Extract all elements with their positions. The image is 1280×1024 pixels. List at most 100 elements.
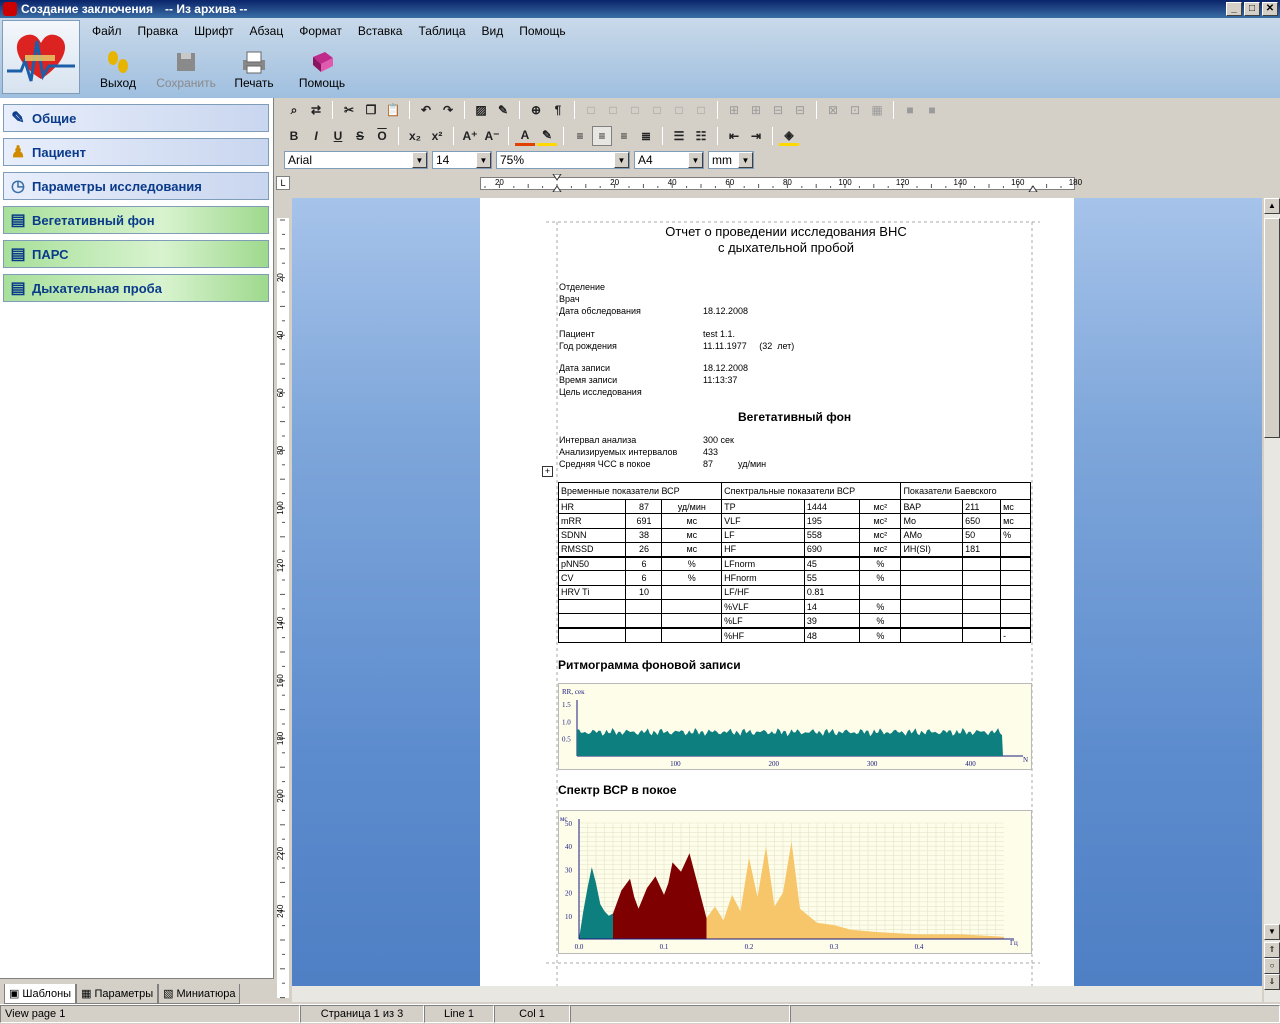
chevron-down-icon[interactable]: ▼ [476,152,491,168]
insert-col-icon[interactable]: ⊞ [746,100,766,120]
horizontal-ruler[interactable]: 20 20 40 60 80 100 120 140 160 180 [292,174,1262,192]
fill-color-icon[interactable]: ◈ [779,126,799,146]
close-button[interactable]: ✕ [1262,2,1278,16]
table-cell: pNN50 [557,556,627,572]
browse-object-icon[interactable]: ○ [1264,958,1280,974]
border-right-icon[interactable]: □ [669,100,689,120]
border-bottom-icon[interactable]: □ [625,100,645,120]
insert-object-icon[interactable]: ✎ [493,100,513,120]
redo-icon[interactable]: ↷ [438,100,458,120]
border-none-icon[interactable]: □ [691,100,711,120]
nav-vegetative[interactable]: ▤ Вегетативный фон [3,206,269,234]
shrink-font-icon[interactable]: A⁻ [482,126,502,146]
print-button[interactable]: Печать [226,48,282,90]
zoom-select[interactable]: 75% ▼ [496,151,630,169]
next-page-icon[interactable]: ⇓ [1264,974,1280,990]
tab-templates[interactable]: ▣ Шаблоны [4,984,77,1004]
prev-page-icon[interactable]: ⇑ [1264,942,1280,958]
tab-parameters[interactable]: ▦ Параметры [76,984,159,1004]
horizontal-scrollbar[interactable] [292,986,1262,1002]
overline-icon[interactable]: O [372,126,392,146]
font-color-icon[interactable]: A [515,126,535,146]
pilcrow-icon[interactable]: ¶ [548,100,568,120]
numbering-icon[interactable]: ☷ [691,126,711,146]
table-cell [661,584,723,601]
grow-font-icon[interactable]: A⁺ [460,126,480,146]
maximize-button[interactable]: □ [1244,2,1260,16]
strikethrough-icon[interactable]: S [350,126,370,146]
menu-format[interactable]: Формат [291,22,350,40]
copy-icon[interactable]: ❐ [361,100,381,120]
menu-paragraph[interactable]: Абзац [242,22,292,40]
table-move-handle[interactable]: + [542,466,553,477]
save-button[interactable]: Сохранить [156,48,216,90]
shade-2-icon[interactable]: ■ [922,100,942,120]
superscript-icon[interactable]: x² [427,126,447,146]
document-page[interactable]: Отчет о проведении исследования ВНС с ды… [480,198,1074,986]
paste-icon[interactable]: 📋 [383,100,403,120]
scroll-up-icon[interactable]: ▲ [1264,198,1280,214]
vertical-scrollbar[interactable]: ▲ ▼ ⇑ ○ ⇓ [1264,198,1280,1002]
chevron-down-icon[interactable]: ▼ [614,152,629,168]
paper-size-select[interactable]: A4 ▼ [634,151,704,169]
scroll-down-icon[interactable]: ▼ [1264,924,1280,940]
italic-icon[interactable]: I [306,126,326,146]
merge-cells-icon[interactable]: ⊠ [823,100,843,120]
help-button[interactable]: Помощь [294,48,350,90]
nav-patient[interactable]: ♟ Пациент [3,138,269,166]
table-icon[interactable]: ▦ [867,100,887,120]
shade-icon[interactable]: ■ [900,100,920,120]
subscript-icon[interactable]: x₂ [405,126,425,146]
split-cells-icon[interactable]: ⊡ [845,100,865,120]
font-family-select[interactable]: Arial ▼ [284,151,428,169]
bullets-icon[interactable]: ☰ [669,126,689,146]
underline-icon[interactable]: U [328,126,348,146]
align-justify-icon[interactable]: ≣ [636,126,656,146]
insert-row-icon[interactable]: ⊞ [724,100,744,120]
chevron-down-icon[interactable]: ▼ [738,152,753,168]
minimize-button[interactable]: _ [1226,2,1242,16]
find-icon[interactable]: ⌕ [284,100,304,120]
menu-view[interactable]: Вид [474,22,512,40]
font-size-select[interactable]: 14 ▼ [432,151,492,169]
chevron-down-icon[interactable]: ▼ [412,152,427,168]
indent-decrease-icon[interactable]: ⇤ [724,126,744,146]
border-all-icon[interactable]: □ [581,100,601,120]
delete-row-icon[interactable]: ⊟ [768,100,788,120]
nav-pars[interactable]: ▤ ПАРС [3,240,269,268]
document-area[interactable]: Отчет о проведении исследования ВНС с ды… [292,198,1262,986]
menu-font[interactable]: Шрифт [186,22,241,40]
undo-icon[interactable]: ↶ [416,100,436,120]
nav-params[interactable]: ◷ Параметры исследования [3,172,269,200]
menu-edit[interactable]: Правка [130,22,187,40]
exit-button[interactable]: Выход [90,48,146,90]
cut-icon[interactable]: ✂ [339,100,359,120]
hyperlink-icon[interactable]: ⊕ [526,100,546,120]
nav-breath[interactable]: ▤ Дыхательная проба [3,274,269,302]
indent-increase-icon[interactable]: ⇥ [746,126,766,146]
menu-file[interactable]: Файл [84,22,130,40]
align-center-icon[interactable]: ≡ [592,126,612,146]
align-right-icon[interactable]: ≡ [614,126,634,146]
menu-table[interactable]: Таблица [410,22,473,40]
chevron-down-icon[interactable]: ▼ [688,152,703,168]
tab-thumbnails[interactable]: ▧ Миниатюра [158,984,241,1004]
vertical-ruler[interactable]: 20 40 60 80 100 120 140 160 180 200 220 240 [276,198,290,1002]
scroll-thumb[interactable] [1264,218,1280,438]
border-top-icon[interactable]: □ [603,100,623,120]
insert-image-icon[interactable]: ▨ [471,100,491,120]
unit-select[interactable]: mm ▼ [708,151,754,169]
highlight-icon[interactable]: ✎ [537,126,557,146]
menu-insert[interactable]: Вставка [350,22,411,40]
delete-col-icon[interactable]: ⊟ [790,100,810,120]
nav-general[interactable]: ✎ Общие [3,104,269,132]
tab-thumbnails-label: Миниатюра [176,987,236,1000]
menu-help[interactable]: Помощь [511,22,573,40]
align-left-icon[interactable]: ≡ [570,126,590,146]
bold-icon[interactable]: B [284,126,304,146]
ruler-label: 180 [1069,178,1083,187]
replace-icon[interactable]: ⇄ [306,100,326,120]
table-cell: % [859,613,902,629]
border-left-icon[interactable]: □ [647,100,667,120]
ruler-corner[interactable]: L [276,176,290,190]
